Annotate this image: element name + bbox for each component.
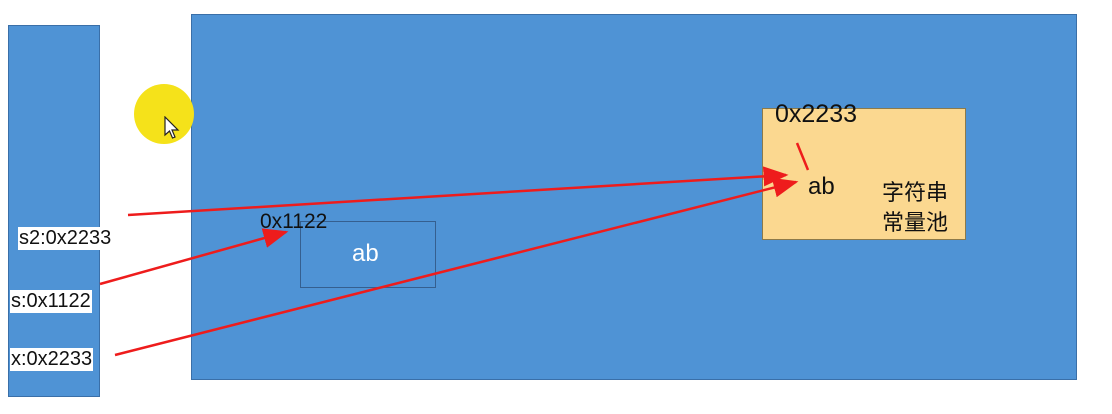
mouse-pointer-icon [164,116,180,139]
arrow-x-to-pool [114,177,799,357]
arrow-s-to-heap-object [99,228,289,286]
pool-address-pointer [795,142,810,171]
reference-arrows [99,142,810,357]
